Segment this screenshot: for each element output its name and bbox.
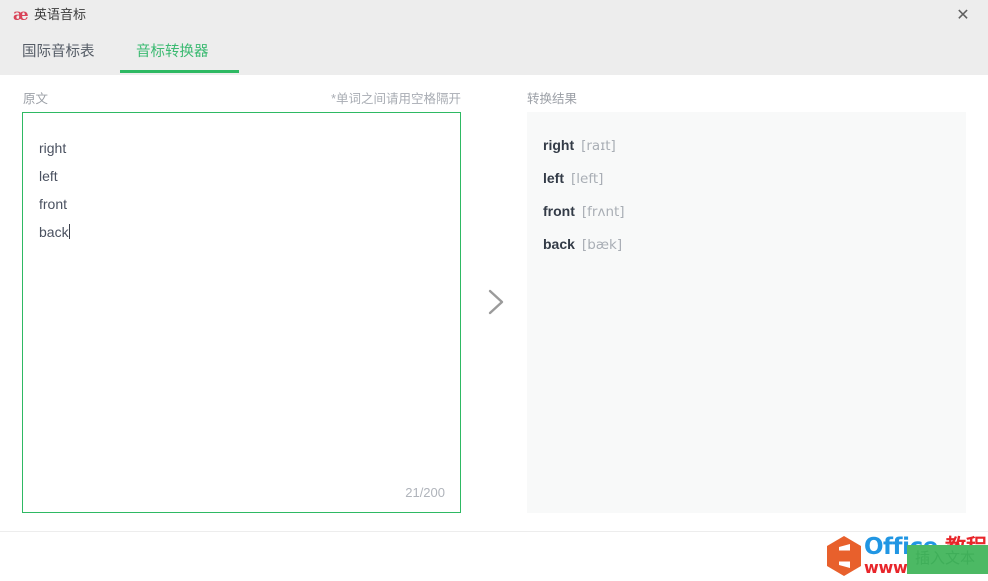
result-panel-label: 转换结果 <box>527 92 578 106</box>
ae-ligature-icon: æ <box>12 5 29 24</box>
list-item: front [frʌnt] <box>543 195 956 228</box>
source-panel-hint: *单词之间请用空格隔开 <box>331 92 461 106</box>
result-word: right <box>543 137 575 153</box>
list-item: left [left] <box>543 162 956 195</box>
text-caret <box>68 224 70 239</box>
result-ipa: [bæk] <box>581 237 623 253</box>
result-panel: right [raɪt] left [left] front [frʌnt] back… <box>527 112 966 513</box>
list-item: back [bæk] <box>543 228 956 261</box>
source-text-value: right left front back <box>39 140 69 240</box>
close-icon[interactable]: ✕ <box>944 0 982 30</box>
watermark-logo: Office 教程网 www.office26.com 插入文本 <box>826 534 988 579</box>
character-counter: 21/200 <box>405 485 445 500</box>
source-panel-label: 原文 <box>23 92 49 106</box>
window-header: æ 英语音标 ✕ 国际音标表 音标转换器 <box>0 0 988 75</box>
result-word: back <box>543 236 575 252</box>
watermark-overlay-text: 插入文本 <box>915 550 976 567</box>
tab-ipa-converter[interactable]: 音标转换器 <box>136 32 209 75</box>
office-hexagon-icon <box>827 536 861 576</box>
result-ipa: [raɪt] <box>581 138 616 154</box>
source-text-content: right left front back <box>39 134 70 246</box>
result-ipa: [frʌnt] <box>581 204 625 220</box>
result-word: left <box>543 170 564 186</box>
result-word: front <box>543 203 575 219</box>
active-tab-indicator <box>120 70 239 73</box>
list-item: right [raɪt] <box>543 129 956 162</box>
result-list: right [raɪt] left [left] front [frʌnt] back… <box>543 129 956 261</box>
chevron-right-icon <box>488 289 504 315</box>
app-title: 英语音标 <box>34 7 87 22</box>
tab-ipa-chart[interactable]: 国际音标表 <box>22 32 95 75</box>
footer-divider <box>0 531 988 532</box>
convert-button[interactable] <box>478 283 514 321</box>
result-ipa: [left] <box>571 171 604 187</box>
app-window: æ 英语音标 ✕ 国际音标表 音标转换器 原文 *单词之间请用空格隔开 转换结果… <box>0 0 988 581</box>
tab-bar: 国际音标表 音标转换器 <box>0 32 988 75</box>
watermark-overlay: 插入文本 <box>907 545 988 574</box>
title-bar: æ 英语音标 ✕ <box>0 0 988 30</box>
source-textarea[interactable]: right left front back 21/200 <box>22 112 461 513</box>
